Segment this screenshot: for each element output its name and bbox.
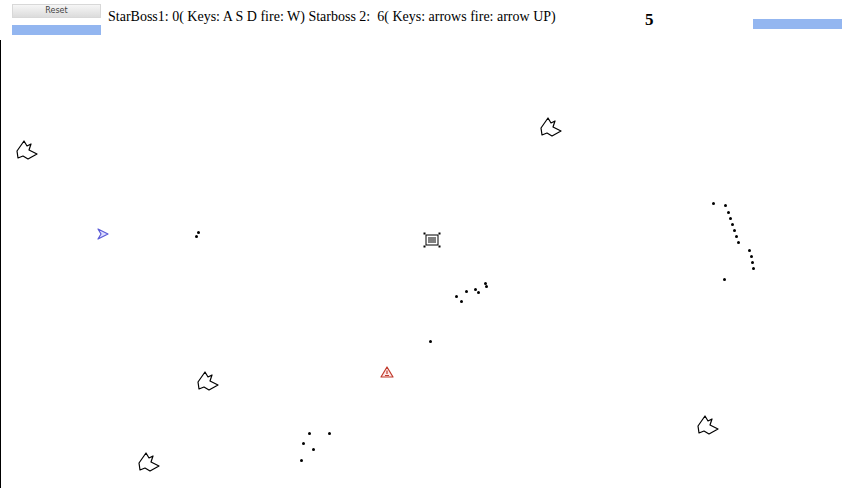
- bullet: [723, 278, 726, 281]
- player2-ship-icon: [380, 366, 394, 378]
- bullet: [748, 249, 751, 252]
- hud: Reset StarBoss1: 0( Keys: A S D fire: W)…: [0, 0, 858, 40]
- bullet: [737, 241, 740, 244]
- reset-button[interactable]: Reset: [12, 4, 101, 18]
- bullet: [195, 235, 198, 238]
- bullet: [477, 291, 480, 294]
- bullet: [752, 267, 755, 270]
- play-field: [0, 40, 858, 488]
- bullet: [712, 202, 715, 205]
- bullet: [455, 295, 458, 298]
- round-counter: 5: [645, 0, 753, 40]
- bullet: [465, 290, 468, 293]
- bullet: [308, 432, 311, 435]
- bullet: [750, 255, 753, 258]
- bullet: [300, 459, 303, 462]
- asteroid-icon: [14, 138, 40, 162]
- bullet: [328, 432, 331, 435]
- asteroid-icon: [538, 115, 564, 139]
- player1-ship-icon: [97, 228, 109, 240]
- player1-health-bar: [12, 25, 101, 35]
- bullet: [302, 442, 305, 445]
- bullet: [729, 217, 732, 220]
- asteroid-icon: [695, 413, 721, 437]
- bullet: [727, 211, 730, 214]
- bullet: [485, 285, 488, 288]
- status-line: StarBoss1: 0( Keys: A S D fire: W) Starb…: [108, 0, 645, 40]
- bullet: [731, 223, 734, 226]
- asteroid-icon: [195, 369, 221, 393]
- bullet: [197, 231, 200, 234]
- bullet: [429, 340, 432, 343]
- asteroid-icon: [136, 450, 162, 474]
- player2-health-bar: [753, 19, 842, 29]
- player2-panel: [753, 0, 842, 40]
- game-screen: Reset StarBoss1: 0( Keys: A S D fire: W)…: [0, 0, 858, 488]
- player1-panel: Reset: [12, 0, 101, 40]
- bullet: [312, 448, 315, 451]
- bullet: [735, 235, 738, 238]
- bullet: [733, 229, 736, 232]
- bullet: [751, 261, 754, 264]
- bullet: [724, 204, 727, 207]
- bullet: [460, 300, 463, 303]
- powerup-icon: [423, 232, 441, 248]
